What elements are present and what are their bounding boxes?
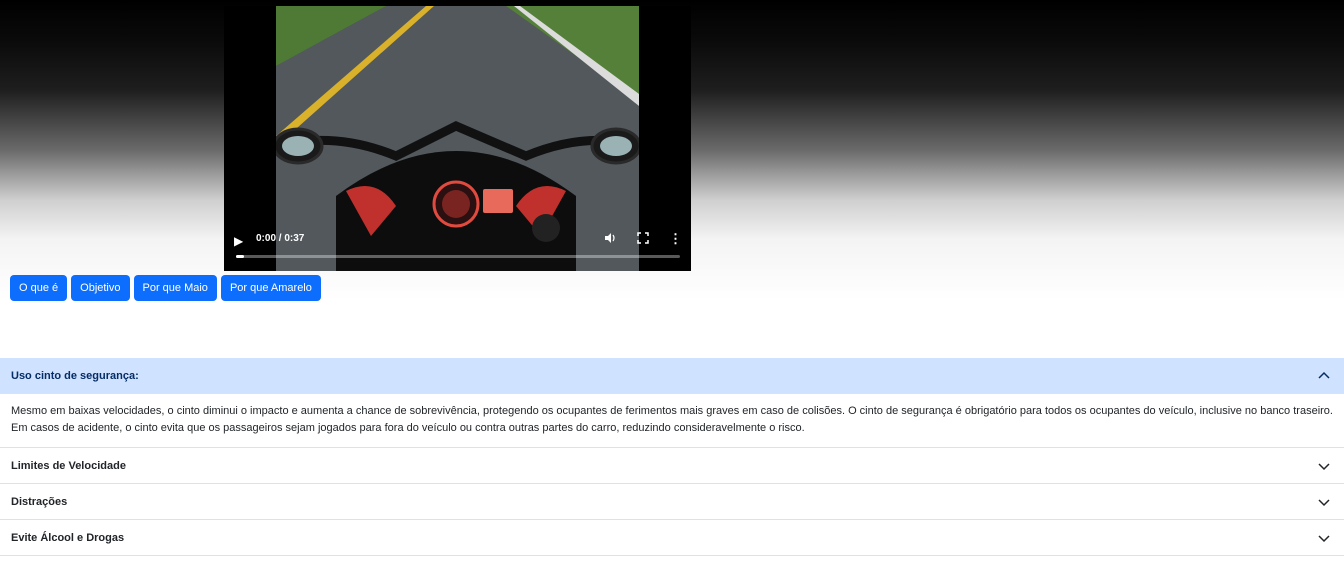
- accordion-header-cinto[interactable]: Uso cinto de segurança:: [0, 358, 1344, 394]
- video-progress-fill: [236, 255, 244, 258]
- por-que-amarelo-button[interactable]: Por que Amarelo: [220, 275, 321, 301]
- accordion-title: Uso cinto de segurança:: [11, 369, 139, 382]
- accordion-title: Limites de Velocidade: [11, 459, 126, 472]
- fullscreen-icon[interactable]: [637, 232, 649, 247]
- video-player[interactable]: ▶ 0:00 / 0:37 ⋮: [224, 6, 691, 271]
- accordion-body-cinto: Mesmo em baixas velocidades, o cinto dim…: [0, 394, 1344, 448]
- accordion-header-distracoes[interactable]: Distrações: [0, 484, 1344, 520]
- accordion-title: Distrações: [11, 495, 68, 508]
- video-time: 0:00 / 0:37: [256, 233, 305, 244]
- accordion-header-alcool[interactable]: Evite Álcool e Drogas: [0, 520, 1344, 556]
- accordion-title: Evite Álcool e Drogas: [11, 531, 125, 544]
- chevron-down-icon: [1318, 534, 1330, 542]
- chevron-down-icon: [1318, 462, 1330, 470]
- section-nav: O que é Objetivo Por que Maio Por que Am…: [10, 275, 321, 301]
- por-que-maio-button[interactable]: Por que Maio: [133, 275, 217, 301]
- video-controls: ▶ 0:00 / 0:37 ⋮: [224, 224, 691, 271]
- chevron-down-icon: [1318, 498, 1330, 506]
- volume-icon[interactable]: [604, 232, 616, 247]
- safety-accordion: Uso cinto de segurança: Mesmo em baixas …: [0, 358, 1344, 556]
- video-progress-bar[interactable]: [236, 255, 680, 258]
- objetivo-button[interactable]: Objetivo: [71, 275, 130, 301]
- more-options-icon[interactable]: ⋮: [669, 231, 682, 247]
- play-icon[interactable]: ▶: [234, 234, 243, 248]
- accordion-header-velocidade[interactable]: Limites de Velocidade: [0, 448, 1344, 484]
- o-que-e-button[interactable]: O que é: [10, 275, 68, 301]
- chevron-up-icon: [1318, 371, 1330, 379]
